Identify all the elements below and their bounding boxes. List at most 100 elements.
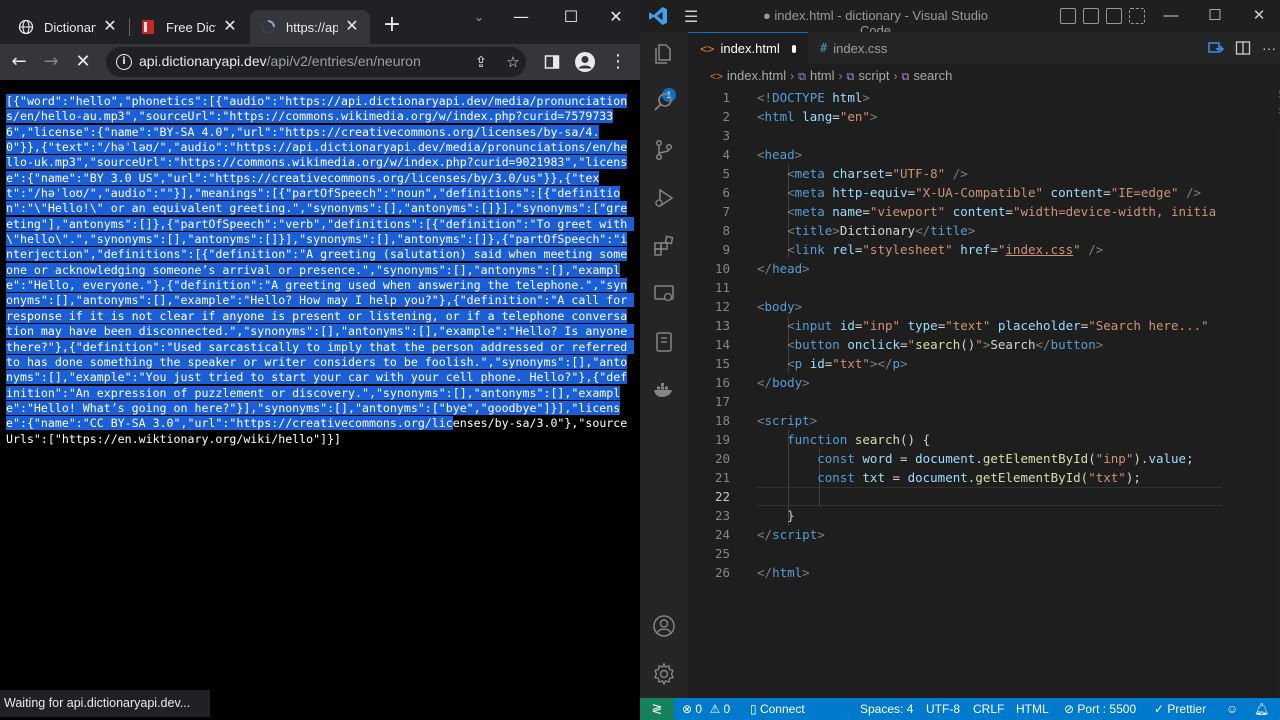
notifications-bell-icon[interactable]: 🔔︎: [1254, 698, 1269, 720]
run-debug-icon[interactable]: [652, 186, 676, 210]
docker-icon[interactable]: [652, 378, 676, 402]
code-editor[interactable]: 1 <!DOCTYPE html> 2 <html lang="en"> 3 4 <h…: [688, 88, 1280, 698]
address-bar[interactable]: i api.dictionaryapi.dev/api/v2/entries/e…: [106, 47, 526, 77]
menu-icon[interactable]: ☰: [684, 7, 698, 27]
close-icon[interactable]: ✕: [344, 19, 360, 35]
tab-label: https://api: [286, 19, 338, 35]
breadcrumb-item[interactable]: html: [810, 68, 835, 83]
language-mode[interactable]: HTML: [1016, 698, 1049, 720]
breadcrumb: <> index.html › ⧉ html › ⧉ script › ⧉ search: [688, 64, 1280, 88]
code-line: 6 <meta http-equiv="X-UA-Compatible" con…: [688, 183, 1280, 202]
prettier-status[interactable]: ✓ Prettier: [1154, 698, 1206, 720]
element-symbol-icon: ⧉: [901, 71, 910, 83]
line-number: 12: [714, 299, 730, 314]
minimize-icon[interactable]: —: [1160, 5, 1182, 27]
stop-loading-icon[interactable]: ✕: [71, 50, 95, 74]
new-tab-button[interactable]: +: [380, 14, 404, 38]
line-code: const txt = document.getElementById("txt…: [817, 470, 1141, 485]
code-line: 23 }: [688, 506, 1280, 525]
unsaved-dot-icon[interactable]: [791, 44, 796, 53]
error-icon: ⊗: [682, 702, 693, 716]
forward-icon[interactable]: →: [39, 50, 63, 74]
line-number: 8: [722, 223, 730, 238]
breadcrumb-item[interactable]: script: [858, 68, 889, 83]
breadcrumb-item[interactable]: index.html: [727, 68, 786, 83]
code-line: 25: [688, 544, 1280, 563]
selected-json-text: [{"word":"hello","phonetics":[{"audio":"…: [6, 94, 635, 431]
line-number: 17: [714, 394, 730, 409]
line-code: function search() {: [787, 432, 931, 447]
line-number: 22: [714, 489, 730, 504]
port-label: Port : 5500: [1077, 702, 1137, 716]
more-menu-icon[interactable]: ⋮: [606, 50, 630, 74]
side-panel-icon[interactable]: [540, 50, 564, 74]
source-control-icon[interactable]: [652, 138, 676, 162]
line-number: 13: [714, 318, 730, 333]
customize-layout-icon[interactable]: [1129, 8, 1145, 24]
maximize-icon[interactable]: ☐: [1204, 5, 1226, 27]
live-server-port[interactable]: ⊘ Port : 5500: [1064, 698, 1136, 720]
code-line: 8 <title>Dictionary</title>: [688, 221, 1280, 240]
browser-tab-strip: Dictionary ✕ Free Dictio ✕ https://api ✕…: [0, 0, 640, 44]
accounts-icon[interactable]: [652, 614, 676, 638]
url-text[interactable]: api.dictionaryapi.dev/api/v2/entries/en/…: [139, 53, 421, 69]
line-code: <input id="inp" type="text" placeholder=…: [787, 318, 1209, 333]
bookmark-star-icon[interactable]: ☆: [503, 52, 523, 72]
line-code: <head>: [757, 147, 803, 162]
remote-indicator-icon[interactable]: ≷: [640, 698, 674, 720]
code-line: 24 </script>: [688, 525, 1280, 544]
problems-indicator[interactable]: ⊗ 0 ⚠ 0: [682, 698, 730, 720]
browser-tab-active-api[interactable]: https://api ✕: [250, 10, 370, 44]
close-window-icon[interactable]: ✕: [1248, 5, 1270, 27]
toggle-panel-icon[interactable]: [1083, 8, 1099, 24]
settings-gear-icon[interactable]: [652, 662, 676, 686]
line-code: <meta charset="UTF-8" />: [787, 166, 968, 181]
connect-button[interactable]: ▯ Connect: [750, 698, 805, 720]
line-code: </body>: [757, 375, 810, 390]
minimap[interactable]: [1270, 88, 1280, 698]
code-line: 1 <!DOCTYPE html>: [688, 88, 1280, 107]
close-icon[interactable]: ✕: [102, 19, 118, 35]
indentation-setting[interactable]: Spaces: 4: [860, 698, 913, 720]
line-number: 24: [714, 527, 730, 542]
toggle-sidebar-icon[interactable]: [1060, 8, 1076, 24]
explorer-icon[interactable]: [652, 42, 676, 66]
line-number: 14: [714, 337, 730, 352]
code-line: 19 function search() {: [688, 430, 1280, 449]
breadcrumb-item[interactable]: search: [913, 68, 952, 83]
maximize-icon[interactable]: ☐: [560, 6, 582, 28]
encoding-setting[interactable]: UTF-8: [926, 698, 960, 720]
back-icon[interactable]: ←: [7, 50, 31, 74]
remote-explorer-icon[interactable]: [652, 282, 676, 306]
close-window-icon[interactable]: ✕: [605, 6, 627, 28]
globe-icon: [18, 19, 34, 35]
profile-avatar-icon[interactable]: [573, 50, 597, 74]
chevron-right-icon: ›: [790, 69, 795, 83]
warning-count: 0: [723, 702, 731, 716]
line-number: 16: [714, 375, 730, 390]
tab-index-html[interactable]: <> index.html: [688, 32, 808, 64]
feedback-icon[interactable]: ☺: [1226, 698, 1238, 720]
site-info-icon[interactable]: i: [116, 54, 132, 70]
css-file-icon: #: [820, 41, 828, 55]
line-number: 18: [714, 413, 730, 428]
split-editor-icon[interactable]: [1235, 40, 1251, 56]
minimize-icon[interactable]: —: [510, 6, 532, 28]
eol-setting[interactable]: CRLF: [973, 698, 1004, 720]
close-icon[interactable]: ✕: [222, 19, 238, 35]
toggle-secondary-sidebar-icon[interactable]: [1106, 8, 1122, 24]
more-actions-icon[interactable]: ···: [1262, 40, 1278, 56]
browser-tab-dictionary[interactable]: Dictionary ✕: [8, 10, 128, 44]
share-icon[interactable]: ⇪: [471, 52, 491, 72]
open-preview-icon[interactable]: [1208, 40, 1224, 56]
line-number: 6: [722, 185, 730, 200]
search-icon[interactable]: [652, 90, 676, 114]
tab-index-css[interactable]: # index.css: [808, 32, 926, 64]
extensions-icon[interactable]: [652, 234, 676, 258]
json-body[interactable]: [{"word":"hello","phonetics":[{"audio":"…: [6, 94, 635, 447]
line-code: <meta name="viewport" content="width=dev…: [787, 204, 1217, 219]
browser-tab-free-dictionary[interactable]: Free Dictio ✕: [130, 10, 248, 44]
testing-icon[interactable]: [652, 330, 676, 354]
url-path: /api/v2/entries/en/neuron: [266, 53, 421, 69]
tab-search-icon[interactable]: ⌄: [470, 8, 488, 26]
